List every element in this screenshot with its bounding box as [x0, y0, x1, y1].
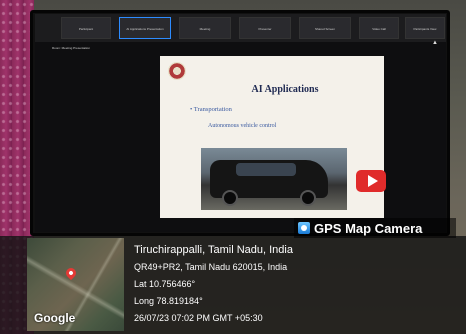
google-logo: Google — [34, 311, 76, 325]
car-wheel — [222, 190, 238, 206]
slide-bullet: • Transportation — [190, 106, 232, 113]
meeting-participant-strip: Participant AI Applications Presentation… — [35, 14, 446, 42]
location-latitude: Lat 10.756466° — [134, 279, 196, 289]
location-plus-code: QR49+PR2, Tamil Nadu 620015, India — [134, 262, 288, 272]
participant-tile[interactable]: Presenter — [239, 17, 291, 39]
participant-tile[interactable]: Shared Screen — [299, 17, 351, 39]
slide-subbullet: Autonomous vehicle control — [208, 123, 277, 129]
room-name: Room: Meeting Presentation — [52, 46, 91, 50]
slide-title: AI Applications — [251, 84, 319, 95]
car-wheel — [300, 190, 316, 206]
location-city: Tiruchirappalli, Tamil Nadu, India — [134, 244, 293, 256]
car-window — [236, 163, 296, 176]
participant-tile-active[interactable]: AI Applications Presentation — [119, 17, 171, 39]
location-timestamp: 26/07/23 07:02 PM GMT +05:30 — [134, 313, 263, 323]
play-icon — [368, 175, 378, 187]
participant-tile[interactable]: Video Call — [359, 17, 399, 39]
institution-logo — [168, 62, 186, 80]
participant-tile[interactable]: Participant — [61, 17, 111, 39]
pin-icon[interactable]: ▲ — [432, 40, 438, 46]
participant-tile[interactable]: Meeting — [179, 17, 231, 39]
participant-tile[interactable]: Participants View — [405, 17, 445, 39]
gps-app-name: GPS Map Camera — [314, 220, 423, 236]
gps-camera-icon — [298, 222, 310, 234]
location-longitude: Long 78.819184° — [134, 296, 203, 306]
gps-app-badge: GPS Map Camera — [294, 218, 456, 238]
